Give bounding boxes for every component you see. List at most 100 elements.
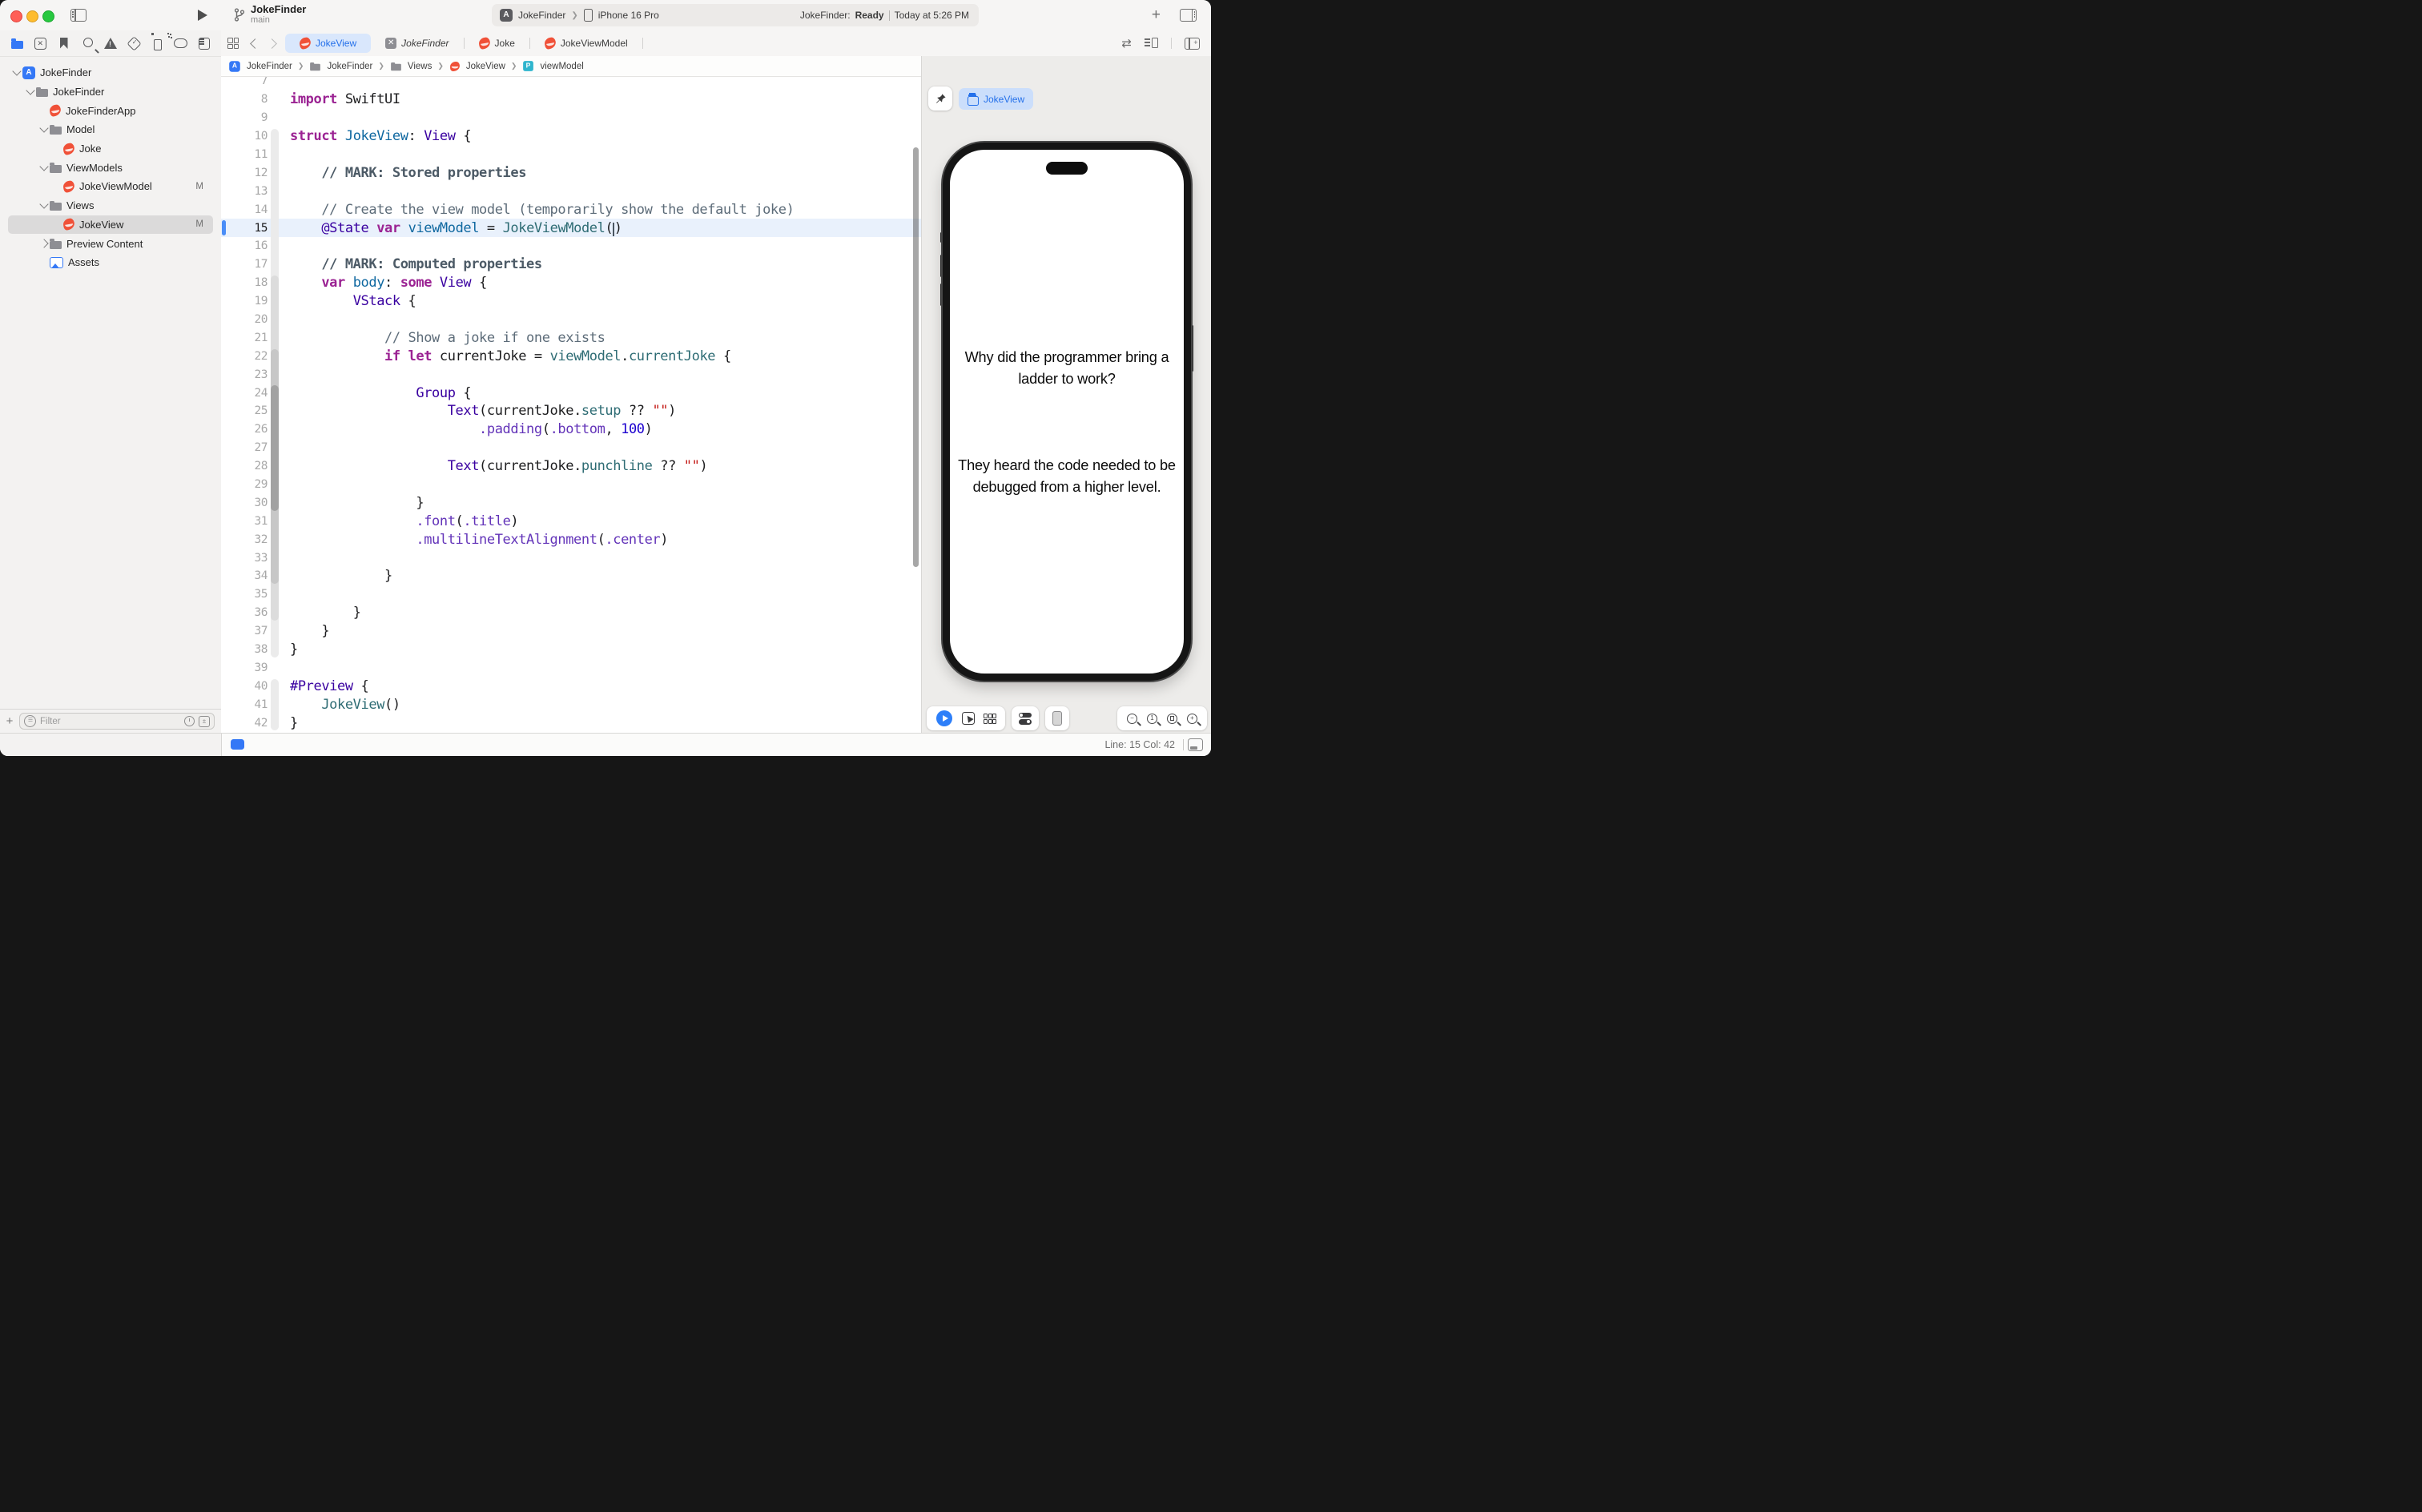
device-screen[interactable]: Why did the programmer bring a ladder to…: [950, 150, 1184, 674]
code-line-7[interactable]: 7: [221, 77, 921, 90]
sidebar-item-jokeviewmodel[interactable]: JokeViewModelM: [8, 177, 213, 196]
add-file-button[interactable]: +: [0, 714, 19, 728]
code-line-24[interactable]: 24 Group {: [221, 384, 921, 402]
code-line-18[interactable]: 18 var body: some View {: [221, 274, 921, 292]
code-line-21[interactable]: 21 // Show a joke if one exists: [221, 328, 921, 347]
code-line-41[interactable]: 41 JokeView(): [221, 695, 921, 714]
code-line-28[interactable]: 28 Text(currentJoke.punchline ?? ""): [221, 457, 921, 476]
code-line-42[interactable]: 42}: [221, 714, 921, 732]
disclosure-chevron[interactable]: [25, 90, 36, 94]
code-line-8[interactable]: 8import SwiftUI: [221, 90, 921, 109]
code-line-40[interactable]: 40#Preview {: [221, 677, 921, 695]
preview-target-chip[interactable]: JokeView: [959, 88, 1033, 110]
code-line-27[interactable]: 27: [221, 439, 921, 457]
close-window-button[interactable]: [10, 10, 22, 22]
run-button[interactable]: [198, 10, 207, 21]
activity-view[interactable]: A JokeFinder ❯ iPhone 16 Pro JokeFinder:…: [492, 4, 979, 26]
hide-bottom-bar-icon[interactable]: [1188, 738, 1203, 751]
sidebar-item-viewmodels[interactable]: ViewModels: [8, 158, 213, 177]
jumpbar-item-jokeview[interactable]: JokeView: [466, 62, 505, 71]
code-line-15[interactable]: 15 @State var viewModel = JokeViewModel(…: [221, 219, 921, 237]
pin-preview-button[interactable]: [928, 86, 952, 111]
code-line-13[interactable]: 13: [221, 182, 921, 200]
jumpbar-item-views[interactable]: Views: [408, 62, 432, 71]
code-line-14[interactable]: 14 // Create the view model (temporarily…: [221, 200, 921, 219]
editor-only-mode-icon[interactable]: [231, 739, 244, 750]
minimize-window-button[interactable]: [26, 10, 38, 22]
disclosure-chevron[interactable]: [38, 240, 50, 247]
sidebar-item-views[interactable]: Views: [8, 196, 213, 215]
code-line-37[interactable]: 37 }: [221, 622, 921, 641]
code-line-36[interactable]: 36 }: [221, 604, 921, 622]
sidebar-item-preview-content[interactable]: Preview Content: [8, 234, 213, 253]
issues-icon[interactable]: [103, 36, 118, 50]
disclosure-chevron[interactable]: [38, 203, 50, 207]
code-line-11[interactable]: 11: [221, 146, 921, 164]
code-line-32[interactable]: 32 .multilineTextAlignment(.center): [221, 530, 921, 549]
sidebar-item-joke[interactable]: Joke: [8, 139, 213, 159]
find-icon[interactable]: [80, 36, 95, 50]
project-navigator-icon[interactable]: [10, 36, 24, 50]
zoom-actual-size-icon[interactable]: 1: [1147, 714, 1157, 724]
forward-button[interactable]: [267, 38, 277, 49]
disclosure-chevron[interactable]: [11, 70, 22, 74]
code-review-icon[interactable]: ⇄: [1121, 36, 1132, 50]
code-line-20[interactable]: 20: [221, 311, 921, 329]
library-add-icon[interactable]: +: [1152, 6, 1161, 24]
code-line-29[interactable]: 29: [221, 476, 921, 494]
bookmarks-icon[interactable]: [57, 36, 71, 50]
selectable-mode-button[interactable]: [962, 712, 975, 725]
editor-layout-icon[interactable]: [227, 38, 239, 49]
code-line-19[interactable]: 19 VStack {: [221, 292, 921, 311]
device-preview-button[interactable]: [1052, 711, 1062, 726]
zoom-in-icon[interactable]: +: [1187, 714, 1197, 724]
code-line-23[interactable]: 23: [221, 365, 921, 384]
sidebar-item-jokefinder[interactable]: AJokeFinder: [8, 63, 213, 82]
sidebar-item-model[interactable]: Model: [8, 120, 213, 139]
sidebar-item-jokeview[interactable]: JokeViewM: [8, 215, 213, 235]
filter-field[interactable]: ☰ Filter ±: [19, 713, 215, 730]
source-control-icon[interactable]: ✕: [33, 36, 47, 50]
run-destination[interactable]: iPhone 16 Pro: [598, 10, 659, 21]
sidebar-item-jokefinderapp[interactable]: JokeFinderApp: [8, 101, 213, 120]
tests-icon[interactable]: [127, 36, 141, 50]
adjust-editor-options-icon[interactable]: [1145, 38, 1158, 49]
disclosure-chevron[interactable]: [38, 166, 50, 170]
code-line-35[interactable]: 35: [221, 585, 921, 604]
live-preview-button[interactable]: [936, 710, 952, 726]
code-line-39[interactable]: 39: [221, 659, 921, 678]
jumpbar-item-jokefinder[interactable]: JokeFinder: [247, 62, 292, 71]
code-line-26[interactable]: 26 .padding(.bottom, 100): [221, 420, 921, 439]
device-settings-button[interactable]: [1019, 713, 1032, 725]
code-line-16[interactable]: 16: [221, 237, 921, 255]
toggle-inspector-icon[interactable]: [1180, 9, 1197, 22]
recents-filter-icon[interactable]: [184, 716, 195, 726]
jumpbar-item-viewmodel[interactable]: viewModel: [540, 62, 583, 71]
code-line-30[interactable]: 30 }: [221, 493, 921, 512]
toggle-navigator-icon[interactable]: [70, 9, 86, 22]
add-editor-icon[interactable]: [1185, 38, 1200, 50]
tab-joke[interactable]: Joke: [465, 34, 529, 53]
zoom-window-button[interactable]: [42, 10, 54, 22]
code-line-17[interactable]: 17 // MARK: Computed properties: [221, 255, 921, 274]
disclosure-chevron[interactable]: [38, 127, 50, 131]
tab-jokeview[interactable]: JokeView: [285, 34, 371, 53]
code-line-34[interactable]: 34 }: [221, 567, 921, 585]
back-button[interactable]: [250, 38, 260, 49]
code-line-25[interactable]: 25 Text(currentJoke.setup ?? ""): [221, 402, 921, 420]
tab-jokeviewmodel[interactable]: JokeViewModel: [530, 34, 642, 53]
reports-icon[interactable]: [197, 36, 211, 50]
variants-mode-button[interactable]: [984, 714, 996, 724]
debug-icon[interactable]: [151, 36, 165, 50]
code-line-9[interactable]: 9: [221, 109, 921, 127]
breakpoints-icon[interactable]: [174, 36, 188, 50]
code-line-38[interactable]: 38}: [221, 641, 921, 659]
scheme-name[interactable]: JokeFinder: [518, 10, 565, 21]
jumpbar-item-jokefinder[interactable]: JokeFinder: [327, 62, 372, 71]
editor-scrollbar[interactable]: [913, 147, 919, 567]
code-line-31[interactable]: 31 .font(.title): [221, 512, 921, 530]
zoom-to-fit-icon[interactable]: [1167, 714, 1177, 724]
code-line-33[interactable]: 33: [221, 549, 921, 567]
code-line-22[interactable]: 22 if let currentJoke = viewModel.curren…: [221, 347, 921, 365]
source-control-filter-icon[interactable]: ±: [199, 716, 210, 727]
